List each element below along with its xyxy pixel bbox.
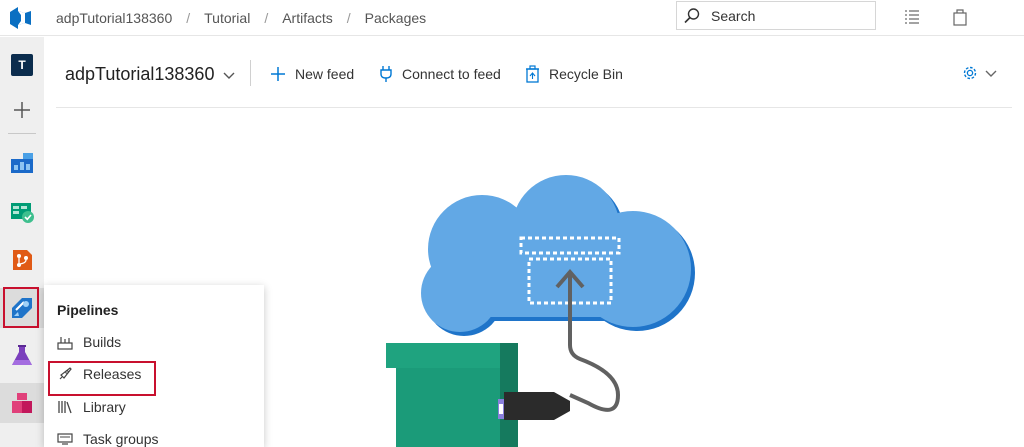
search-icon bbox=[684, 7, 700, 23]
breadcrumb-project[interactable]: Tutorial bbox=[204, 10, 250, 26]
highlight-box-releases bbox=[48, 361, 156, 396]
rail-overview[interactable] bbox=[0, 143, 44, 183]
top-bar: adpTutorial138360 / Tutorial / Artifacts… bbox=[0, 0, 1024, 36]
search-placeholder: Search bbox=[711, 7, 756, 24]
shopping-bag-icon[interactable] bbox=[950, 7, 970, 27]
highlight-box-pipelines bbox=[3, 287, 39, 328]
rail-artifacts[interactable] bbox=[0, 383, 44, 423]
rail-test-plans[interactable] bbox=[0, 336, 44, 376]
flyout-item-task-groups[interactable]: Task groups bbox=[57, 428, 158, 447]
new-feed-label: New feed bbox=[295, 66, 355, 82]
test-flask-icon bbox=[12, 345, 32, 365]
rail-divider bbox=[8, 133, 36, 134]
task-groups-icon bbox=[57, 433, 73, 445]
flyout-item-builds[interactable]: Builds bbox=[57, 331, 121, 353]
feed-settings-button[interactable] bbox=[961, 64, 998, 82]
plus-icon bbox=[14, 102, 30, 118]
header-divider bbox=[250, 60, 251, 86]
package-box-lid bbox=[386, 343, 518, 368]
feed-name-label: adpTutorial138360 bbox=[65, 64, 215, 84]
boards-icon bbox=[11, 203, 34, 223]
chevron-down-icon bbox=[223, 72, 235, 79]
library-icon bbox=[58, 401, 72, 414]
recycle-bin-icon bbox=[526, 65, 539, 83]
left-nav-rail: T bbox=[0, 37, 44, 447]
chevron-down-icon bbox=[985, 70, 997, 77]
overview-icon bbox=[11, 153, 33, 173]
package-box-body bbox=[396, 368, 500, 447]
breadcrumb-separator: / bbox=[346, 10, 351, 26]
new-feed-button[interactable]: New feed bbox=[270, 64, 354, 84]
breadcrumb-page[interactable]: Packages bbox=[365, 10, 426, 26]
search-box[interactable]: Search bbox=[676, 1, 876, 30]
breadcrumb-hub[interactable]: Artifacts bbox=[282, 10, 333, 26]
empty-feed-illustration bbox=[386, 175, 695, 447]
rail-repos[interactable] bbox=[0, 240, 44, 280]
flyout-item-library[interactable]: Library bbox=[57, 396, 126, 418]
breadcrumb-org[interactable]: adpTutorial138360 bbox=[56, 10, 172, 26]
connect-to-feed-label: Connect to feed bbox=[402, 66, 501, 82]
azure-devops-logo-icon[interactable] bbox=[7, 5, 33, 31]
avatar: T bbox=[11, 54, 33, 76]
connect-to-feed-button[interactable]: Connect to feed bbox=[379, 64, 501, 84]
builds-icon bbox=[57, 337, 73, 350]
plus-icon bbox=[271, 67, 285, 81]
breadcrumb: adpTutorial138360 / Tutorial / Artifacts… bbox=[56, 0, 426, 36]
breadcrumb-separator: / bbox=[264, 10, 269, 26]
recycle-bin-button[interactable]: Recycle Bin bbox=[525, 64, 623, 84]
flyout-item-label: Library bbox=[83, 399, 126, 415]
feed-header: adpTutorial138360 New feed Connect to fe… bbox=[56, 50, 1012, 108]
rail-add-button[interactable] bbox=[0, 90, 44, 130]
gear-icon bbox=[963, 66, 977, 80]
feed-selector[interactable]: adpTutorial138360 bbox=[65, 64, 236, 85]
repos-icon bbox=[13, 250, 32, 270]
plug-head bbox=[504, 392, 570, 420]
artifacts-icon bbox=[12, 393, 32, 413]
rail-boards[interactable] bbox=[0, 192, 44, 232]
flyout-item-label: Task groups bbox=[83, 431, 159, 447]
flyout-item-label: Builds bbox=[83, 334, 122, 350]
plug-icon bbox=[380, 66, 392, 82]
rail-project-avatar[interactable]: T bbox=[0, 45, 44, 85]
breadcrumb-separator: / bbox=[186, 10, 191, 26]
flyout-title: Pipelines bbox=[57, 302, 119, 318]
list-icon[interactable] bbox=[902, 7, 922, 27]
recycle-bin-label: Recycle Bin bbox=[549, 66, 623, 82]
